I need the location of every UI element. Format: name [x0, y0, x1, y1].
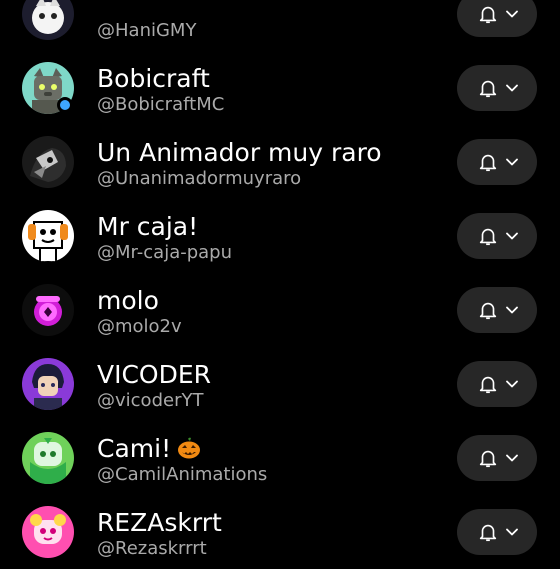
chevron-down-icon	[506, 232, 518, 240]
channel-handle: @molo2v	[97, 316, 182, 337]
bell-icon	[479, 302, 497, 320]
notification-settings-button[interactable]	[457, 0, 537, 37]
bell-icon	[479, 450, 497, 468]
channel-name-text: Cami!	[97, 434, 172, 463]
channel-row-unanimador[interactable]: Un Animador muy raro @Unanimadormuyraro	[0, 125, 560, 199]
chevron-down-icon	[506, 380, 518, 388]
notification-settings-button[interactable]	[457, 361, 537, 407]
bell-icon	[479, 154, 497, 172]
jack-o-lantern-emoji-icon	[178, 437, 201, 459]
channel-handle: @Unanimadormuyraro	[97, 168, 302, 189]
channel-row-hanigmy[interactable]: @HaniGMY	[0, 0, 560, 51]
notification-settings-button[interactable]	[457, 65, 537, 111]
chevron-down-icon	[506, 84, 518, 92]
subscriptions-list: @HaniGMY Bobicraft @BobicraftMC Un Anima…	[0, 0, 560, 569]
chevron-down-icon	[506, 158, 518, 166]
bell-icon	[479, 80, 497, 98]
chevron-down-icon	[506, 306, 518, 314]
channel-row-molo[interactable]: molo @molo2v	[0, 273, 560, 347]
notification-settings-button[interactable]	[457, 287, 537, 333]
channel-handle: @Rezaskrrrt	[97, 538, 207, 559]
notification-settings-button[interactable]	[457, 213, 537, 259]
channel-row-bobicraft[interactable]: Bobicraft @BobicraftMC	[0, 51, 560, 125]
channel-row-mrcaja[interactable]: Mr caja! @Mr-caja-papu	[0, 199, 560, 273]
channel-avatar[interactable]	[22, 210, 74, 262]
channel-name[interactable]: Bobicraft	[97, 64, 210, 94]
channel-name[interactable]: molo	[97, 286, 159, 316]
channel-name[interactable]: Un Animador muy raro	[97, 138, 382, 168]
channel-handle: @BobicraftMC	[97, 94, 225, 115]
bell-icon	[479, 228, 497, 246]
chevron-down-icon	[506, 528, 518, 536]
channel-name[interactable]: REZAskrrt	[97, 508, 222, 538]
notification-settings-button[interactable]	[457, 435, 537, 481]
chevron-down-icon	[506, 10, 518, 18]
channel-avatar[interactable]	[22, 0, 74, 40]
channel-avatar[interactable]	[22, 358, 74, 410]
bell-icon	[479, 6, 497, 24]
channel-row-vicoder[interactable]: VICODER @vicoderYT	[0, 347, 560, 421]
channel-name[interactable]: Mr caja!	[97, 212, 198, 242]
channel-name[interactable]: Cami!	[97, 434, 201, 464]
notification-settings-button[interactable]	[457, 139, 537, 185]
verified-badge	[57, 97, 73, 113]
channel-avatar[interactable]	[22, 136, 74, 188]
channel-handle: @HaniGMY	[97, 20, 197, 41]
channel-name[interactable]: VICODER	[97, 360, 211, 390]
chevron-down-icon	[506, 454, 518, 462]
channel-avatar[interactable]	[22, 432, 74, 484]
channel-handle: @vicoderYT	[97, 390, 204, 411]
channel-row-rezaskrrt[interactable]: REZAskrrt @Rezaskrrrt	[0, 495, 560, 569]
channel-avatar[interactable]	[22, 284, 74, 336]
channel-row-cami[interactable]: Cami! @CamilAnimations	[0, 421, 560, 495]
channel-handle: @Mr-caja-papu	[97, 242, 233, 263]
channel-avatar[interactable]	[22, 506, 74, 558]
channel-handle: @CamilAnimations	[97, 464, 268, 485]
notification-settings-button[interactable]	[457, 509, 537, 555]
bell-icon	[479, 524, 497, 542]
bell-icon	[479, 376, 497, 394]
